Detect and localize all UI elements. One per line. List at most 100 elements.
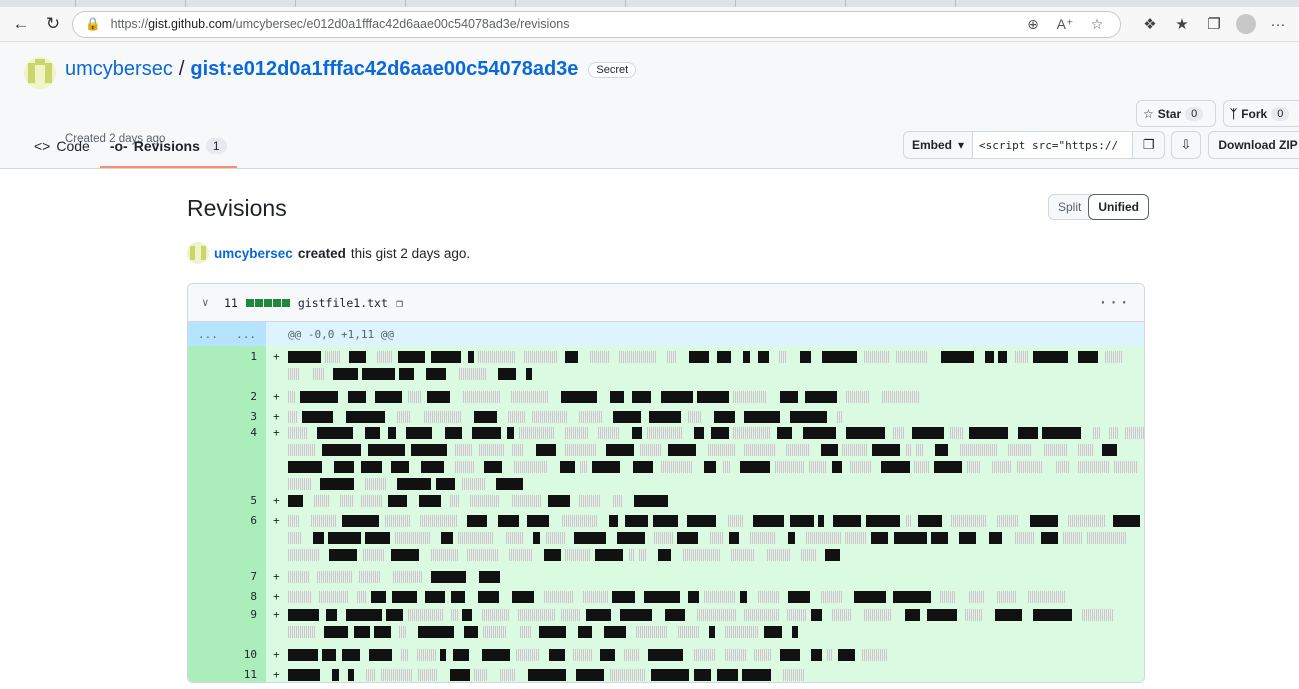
unified-button[interactable]: Unified [1088, 194, 1150, 220]
browser-tab-divider [295, 0, 296, 7]
line-number[interactable]: 9 [188, 604, 266, 644]
owner-avatar[interactable] [24, 57, 56, 89]
add-marker: + [273, 514, 280, 527]
redacted-code [286, 346, 1144, 386]
add-marker: + [273, 608, 280, 621]
back-arrow-icon[interactable]: ← [8, 11, 34, 37]
copy-path-icon[interactable]: ❐ [396, 296, 403, 310]
redacted-code [286, 664, 1144, 682]
browser-tab-divider [185, 0, 186, 7]
star-icon: ☆ [1143, 106, 1154, 121]
line-number[interactable]: 2 [188, 386, 266, 406]
zoom-icon[interactable]: ⊕ [1022, 16, 1044, 33]
line-number[interactable]: 11 [188, 664, 266, 682]
tab-code[interactable]: <> Code [24, 124, 100, 168]
collections-icon[interactable]: ❐ [1201, 11, 1227, 37]
redacted-code [286, 422, 1144, 490]
add-marker: + [273, 426, 280, 439]
diff-line: 5 + [188, 490, 1144, 510]
revision-rest: this gist 2 days ago. [350, 245, 471, 261]
url-field[interactable]: 🔒 https://gist.github.com/umcybersec/e01… [72, 10, 1121, 38]
browser-tab-divider [75, 0, 76, 7]
browser-tab-divider [625, 0, 626, 7]
star-button[interactable]: ☆ Star 0 [1136, 100, 1216, 127]
embed-dropdown[interactable]: Embed ▾ [903, 131, 974, 159]
kebab-menu-icon[interactable]: ··· [1098, 293, 1130, 312]
embed-code-input[interactable]: <script src="https:// [973, 131, 1134, 159]
code-icon: <> [34, 138, 51, 154]
tab-code-label: Code [56, 138, 90, 154]
user-avatar[interactable] [187, 242, 209, 264]
secret-badge: Secret [588, 61, 637, 78]
line-number[interactable]: 4 [188, 422, 266, 490]
diff-line: 2 + [188, 386, 1144, 406]
redacted-code [286, 386, 1144, 406]
line-number[interactable]: 3 [188, 406, 266, 423]
tab-revisions-label: Revisions [133, 138, 200, 154]
line-number[interactable]: 10 [188, 644, 266, 664]
add-marker: + [273, 350, 280, 363]
add-marker: + [273, 668, 280, 681]
file-name: gistfile1.txt [297, 295, 388, 310]
add-marker: + [273, 570, 280, 583]
browser-tab-divider [955, 0, 956, 7]
browser-address-bar: ← ↻ 🔒 https://gist.github.com/umcybersec… [0, 7, 1299, 42]
gist-title: umcybersec / gist:e012d0a1fffac42d6aae00… [65, 58, 637, 81]
hunk-text: @@ -0,0 +1,11 @@ [288, 327, 394, 341]
file-header: ∨ 11 gistfile1.txt ❐ ··· [188, 284, 1144, 322]
tab-revisions[interactable]: -o- Revisions 1 [99, 124, 237, 168]
add-marker: + [273, 590, 280, 603]
chevron-down-icon[interactable]: ∨ [202, 296, 216, 309]
fork-icon: ᛉ [1230, 106, 1238, 121]
favorites-icon[interactable]: ★ [1169, 11, 1195, 37]
line-number[interactable]: 5 [188, 490, 266, 510]
browser-tab-divider [405, 0, 406, 7]
star-count: 0 [1185, 106, 1204, 121]
owner-link[interactable]: umcybersec [65, 58, 173, 81]
hunk-expand[interactable]: ... ... [188, 322, 266, 346]
fork-button[interactable]: ᛉ Fork 0 [1223, 100, 1299, 127]
line-number[interactable]: 7 [188, 566, 266, 586]
diff-line: 3 + [188, 406, 1144, 423]
more-menu-icon[interactable]: ··· [1265, 11, 1291, 37]
embed-label: Embed [912, 138, 953, 152]
fork-count: 0 [1271, 106, 1290, 121]
add-marker: + [273, 390, 280, 403]
favorite-star-icon[interactable]: ☆ [1086, 16, 1108, 33]
title-separator: / [178, 58, 185, 80]
extensions-icon[interactable]: ❖ [1137, 11, 1163, 37]
hunk-header: ... ... @@ -0,0 +1,11 @@ [188, 322, 1144, 346]
revision-user-link[interactable]: umcybersec [214, 246, 293, 261]
browser-tab-strip [0, 0, 1299, 7]
redacted-code [286, 510, 1144, 566]
diffstat-bar [245, 298, 290, 307]
diff-line: 8 + [188, 586, 1144, 604]
split-button[interactable]: Split [1048, 194, 1092, 220]
browser-tab-divider [735, 0, 736, 7]
refresh-icon[interactable]: ↻ [40, 11, 66, 37]
revision-summary: umcybersec created this gist 2 days ago. [187, 242, 470, 264]
copy-icon[interactable]: ❐ [1133, 131, 1166, 159]
url-text: https://gist.github.com/umcybersec/e012d… [110, 17, 570, 31]
profile-avatar[interactable] [1233, 11, 1259, 37]
diff-view-toggle: Split Unified [1048, 194, 1150, 220]
caret-down-icon: ▾ [958, 138, 965, 152]
gist-name-link[interactable]: gist:e012d0a1fffac42d6aae00c54078ad3e [190, 58, 578, 81]
redacted-code [286, 406, 1144, 423]
revisions-count: 1 [205, 138, 227, 154]
diff-line: 4 + [188, 422, 1144, 490]
diff-line: 9 + [188, 604, 1144, 644]
redacted-code [286, 644, 1144, 664]
diff-lines: 1 +2 +3 +4 +5 +6 +7 +8 +9 +10 +11 + [188, 346, 1144, 682]
gist-tabs: <> Code -o- Revisions 1 [24, 124, 237, 168]
add-marker: + [273, 648, 280, 661]
download-zip-button[interactable]: Download ZIP [1208, 131, 1299, 159]
line-number[interactable]: 1 [188, 346, 266, 386]
line-number[interactable]: 8 [188, 586, 266, 604]
add-marker: + [273, 410, 280, 423]
additions-count: 11 [224, 295, 238, 310]
open-desktop-icon[interactable]: ⇩ [1171, 131, 1201, 159]
line-number[interactable]: 6 [188, 510, 266, 566]
read-aloud-icon[interactable]: A⁺ [1054, 16, 1076, 33]
diff-line: 10 + [188, 644, 1144, 664]
